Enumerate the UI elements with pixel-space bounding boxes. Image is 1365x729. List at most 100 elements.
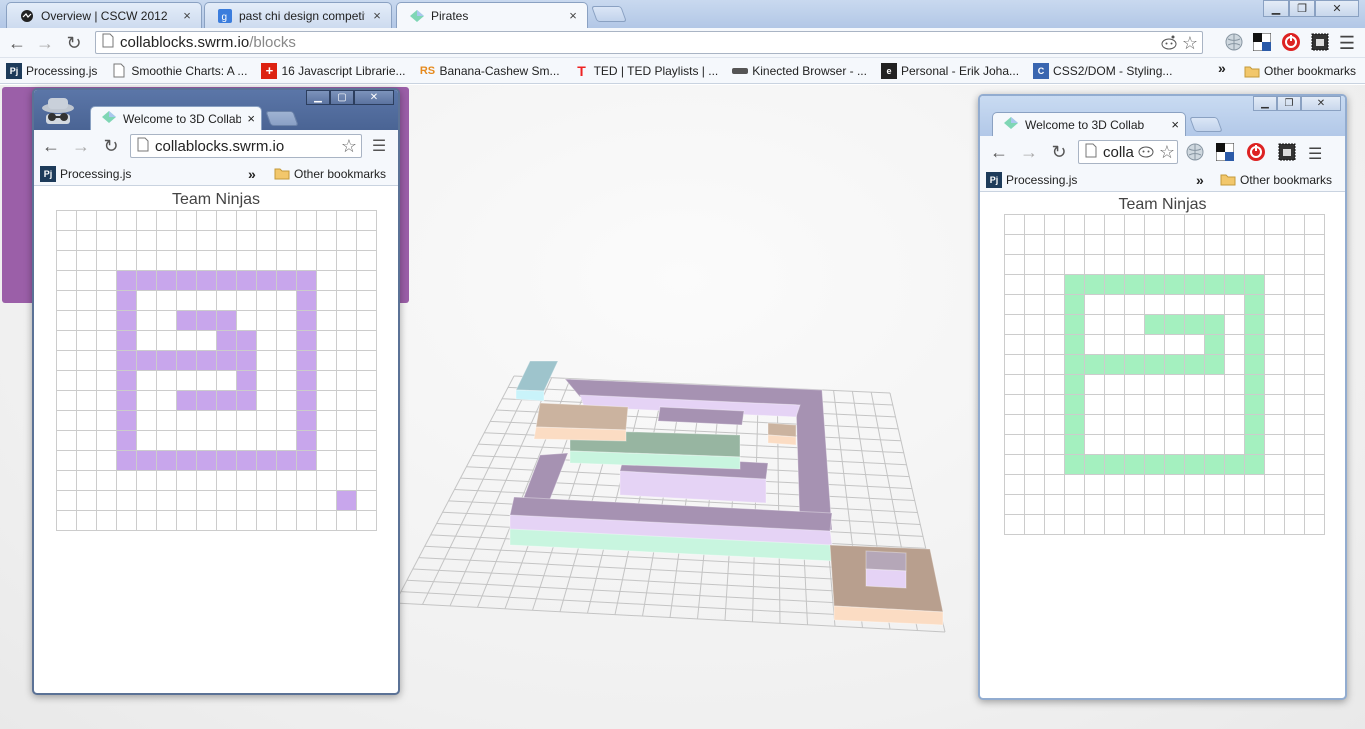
grid-cell[interactable] [1125, 455, 1145, 475]
close-window-button[interactable]: ✕ [1301, 96, 1341, 111]
grid-cell[interactable] [257, 251, 277, 271]
grid-cell[interactable] [1305, 435, 1325, 455]
grid-cell[interactable] [257, 211, 277, 231]
grid-cell[interactable] [1125, 355, 1145, 375]
grid-cell[interactable] [1025, 215, 1045, 235]
grid-cell[interactable] [1105, 355, 1125, 375]
grid-cell[interactable] [317, 491, 337, 511]
grid-cell[interactable] [177, 231, 197, 251]
grid-cell[interactable] [57, 271, 77, 291]
close-window-button[interactable]: ✕ [354, 90, 394, 105]
grid-cell[interactable] [97, 251, 117, 271]
grid-cell[interactable] [277, 251, 297, 271]
grid-cell[interactable] [157, 391, 177, 411]
grid-cell[interactable] [137, 491, 157, 511]
grid-cell[interactable] [1285, 375, 1305, 395]
grid-cell[interactable] [1245, 435, 1265, 455]
grid-cell[interactable] [177, 411, 197, 431]
grid-cell[interactable] [217, 291, 237, 311]
grid-cell[interactable] [137, 331, 157, 351]
grid-cell[interactable] [277, 271, 297, 291]
grid-cell[interactable] [1125, 495, 1145, 515]
grid-cell[interactable] [1185, 215, 1205, 235]
grid-cell[interactable] [157, 471, 177, 491]
grid-cell[interactable] [97, 391, 117, 411]
grid-cell[interactable] [57, 391, 77, 411]
grid-cell[interactable] [57, 331, 77, 351]
grid-cell[interactable] [1205, 215, 1225, 235]
grid-cell[interactable] [1205, 415, 1225, 435]
grid-cell[interactable] [57, 431, 77, 451]
grid-cell[interactable] [117, 471, 137, 491]
grid-cell[interactable] [1165, 495, 1185, 515]
grid-cell[interactable] [1245, 455, 1265, 475]
grid-cell[interactable] [357, 351, 377, 371]
grid-cell[interactable] [297, 231, 317, 251]
grid-cell[interactable] [1145, 515, 1165, 535]
grid-cell[interactable] [297, 391, 317, 411]
grid-cell[interactable] [1205, 375, 1225, 395]
grid-cell[interactable] [1105, 315, 1125, 335]
grid-cell[interactable] [1185, 295, 1205, 315]
grid-cell[interactable] [297, 411, 317, 431]
grid-cell[interactable] [1045, 255, 1065, 275]
grid-cell[interactable] [1285, 475, 1305, 495]
grid-cell[interactable] [1105, 295, 1125, 315]
grid-cell[interactable] [137, 371, 157, 391]
grid-cell[interactable] [1065, 235, 1085, 255]
grid-cell[interactable] [1305, 275, 1325, 295]
grid-cell[interactable] [1045, 335, 1065, 355]
grid-cell[interactable] [137, 271, 157, 291]
grid-cell[interactable] [117, 371, 137, 391]
reload-button[interactable]: ↻ [63, 32, 85, 54]
other-bookmarks[interactable]: Other bookmarks [1244, 63, 1356, 79]
close-icon[interactable]: × [1171, 117, 1179, 132]
grid-cell[interactable] [1145, 315, 1165, 335]
grid-cell[interactable] [1085, 455, 1105, 475]
grid-cell[interactable] [1205, 315, 1225, 335]
grid-cell[interactable] [177, 391, 197, 411]
forward-button[interactable]: → [1018, 141, 1040, 163]
grid-cell[interactable] [1165, 415, 1185, 435]
grid-cell[interactable] [1085, 255, 1105, 275]
grid-cell[interactable] [1065, 475, 1085, 495]
grid-cell[interactable] [1305, 375, 1325, 395]
grid-cell[interactable] [157, 451, 177, 471]
grid-cell[interactable] [137, 511, 157, 531]
popup-tab[interactable]: Welcome to 3D Collab × [992, 112, 1186, 136]
forward-button[interactable]: → [70, 135, 92, 157]
grid-cell[interactable] [1225, 455, 1245, 475]
grid-cell[interactable] [1005, 375, 1025, 395]
grid-cell[interactable] [177, 291, 197, 311]
grid-cell[interactable] [1025, 295, 1045, 315]
grid-cell[interactable] [117, 311, 137, 331]
grid-cell[interactable] [177, 271, 197, 291]
grid-cell[interactable] [317, 351, 337, 371]
grid-cell[interactable] [1225, 475, 1245, 495]
grid-cell[interactable] [1245, 515, 1265, 535]
grid-cell[interactable] [97, 291, 117, 311]
grid-cell[interactable] [217, 511, 237, 531]
grid-cell[interactable] [1025, 495, 1045, 515]
grid-cell[interactable] [1265, 215, 1285, 235]
grid-cell[interactable] [1205, 475, 1225, 495]
grid-cell[interactable] [1245, 395, 1265, 415]
grid-cell[interactable] [337, 231, 357, 251]
grid-cell[interactable] [177, 311, 197, 331]
grid-cell[interactable] [57, 371, 77, 391]
grid-cell[interactable] [217, 351, 237, 371]
grid-cell[interactable] [1025, 315, 1045, 335]
grid-cell[interactable] [317, 511, 337, 531]
grid-cell[interactable] [1225, 515, 1245, 535]
grid-cell[interactable] [1085, 295, 1105, 315]
grid-cell[interactable] [317, 291, 337, 311]
grid-cell[interactable] [1265, 435, 1285, 455]
grid-cell[interactable] [357, 271, 377, 291]
grid-cell[interactable] [1005, 515, 1025, 535]
grid-cell[interactable] [97, 431, 117, 451]
grid-cell[interactable] [277, 431, 297, 451]
grid-cell[interactable] [1045, 235, 1065, 255]
bookmark-css[interactable]: C CSS2/DOM - Styling... [1033, 62, 1172, 79]
grid-cell[interactable] [1125, 275, 1145, 295]
grid-cell[interactable] [1225, 375, 1245, 395]
